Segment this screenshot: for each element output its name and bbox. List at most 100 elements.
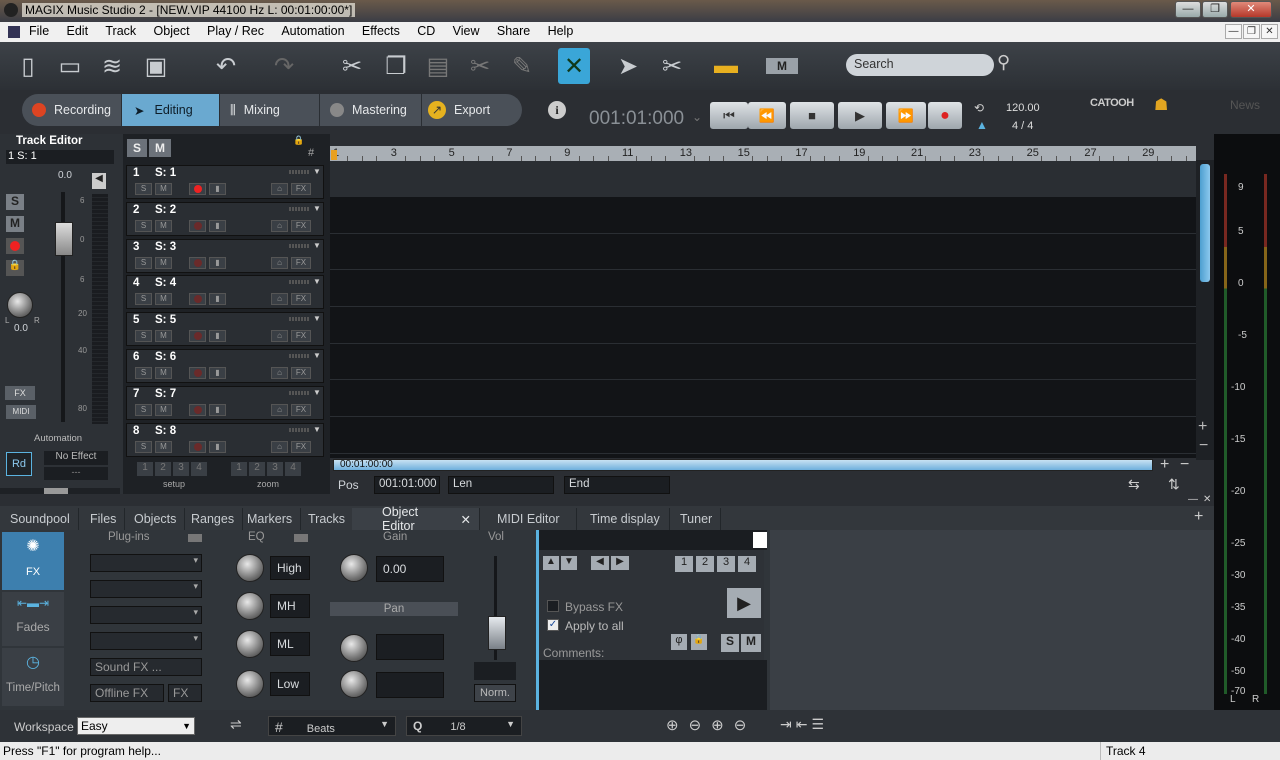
mdi-restore-button[interactable]: ❐ <box>1243 24 1260 39</box>
play-button[interactable]: ▶ <box>838 102 882 129</box>
pan-knob[interactable] <box>7 292 33 318</box>
track-monitor-icon[interactable]: ▮ <box>209 183 226 195</box>
comments-box[interactable] <box>539 660 767 710</box>
plugin-slot-3[interactable]: ▾ <box>90 606 202 624</box>
track-fx-button[interactable]: FX <box>291 367 311 379</box>
updown-arrows-icon[interactable]: ⇅ <box>1168 476 1180 493</box>
track-monitor-icon[interactable]: ▮ <box>209 293 226 306</box>
zoom-3[interactable]: 3 <box>267 462 283 476</box>
tab-object-editor[interactable]: Object Editor ✕ <box>352 505 480 533</box>
zoom-in-icon[interactable]: ⊕ <box>666 717 689 734</box>
menu-share[interactable]: Share <box>490 22 537 38</box>
zoom-in-horizontal-button[interactable]: + <box>1160 456 1169 474</box>
track-solo-button[interactable]: S <box>135 330 152 343</box>
track-selector[interactable]: 1 S: 1 <box>6 150 114 164</box>
pan-field-1[interactable] <box>376 634 444 660</box>
zoom-out-horizontal-button[interactable]: − <box>1180 456 1189 474</box>
menu-view[interactable]: View <box>446 22 487 38</box>
track-solo-button[interactable]: S <box>135 293 152 306</box>
tab-tuner[interactable]: Tuner <box>672 508 722 530</box>
track-monitor-icon[interactable]: ▮ <box>209 256 226 269</box>
paste-icon[interactable]: ▤ <box>422 48 454 84</box>
track-record-button[interactable] <box>189 183 206 195</box>
track-mute-button[interactable]: M <box>155 440 172 453</box>
zoom-reset-icon[interactable]: ⊖ <box>734 717 757 734</box>
zoom-out-vertical-button[interactable]: − <box>1199 437 1208 455</box>
track-lock-icon[interactable]: ⌂ <box>271 403 288 416</box>
grid-select[interactable]: # Beats ▼ <box>268 716 396 736</box>
move-right-button[interactable]: ▶ <box>611 556 629 570</box>
undo-icon[interactable]: ↶ <box>210 48 242 84</box>
track-name[interactable]: S: 6 <box>155 351 176 363</box>
track-solo-button[interactable]: S <box>135 367 152 379</box>
read-button[interactable]: Rd <box>6 452 32 476</box>
setup-2[interactable]: 2 <box>155 462 171 476</box>
arrange-area[interactable] <box>330 146 1196 458</box>
volume-fader-handle[interactable] <box>55 222 73 256</box>
import-audio-icon[interactable]: ≋ <box>96 48 128 84</box>
tab-files[interactable]: Files <box>82 508 126 530</box>
track-record-button[interactable] <box>189 293 206 306</box>
track-lane[interactable] <box>330 308 1196 344</box>
track-fx-button[interactable]: FX <box>291 183 311 195</box>
pencil-icon[interactable]: ✎ <box>506 48 538 84</box>
tab-time-display[interactable]: Time display <box>582 508 670 530</box>
delete-icon[interactable]: ✂ <box>464 48 496 84</box>
menu-effects[interactable]: Effects <box>355 22 407 38</box>
track-record-button[interactable] <box>189 330 206 343</box>
list-icon[interactable]: ☰ <box>811 716 828 732</box>
cut-mode-icon[interactable]: ✂ <box>656 48 688 84</box>
track-header[interactable]: 7 S: 7 ▼ S M ▮ ⌂ FX <box>126 385 324 420</box>
track-mute-button[interactable]: M <box>155 293 172 306</box>
sound-fx-button[interactable]: Sound FX ... <box>90 658 202 676</box>
minimize-button[interactable]: — <box>1175 1 1201 18</box>
track-lock-icon[interactable]: ⌂ <box>271 293 288 306</box>
open-folder-icon[interactable]: ▭ <box>54 48 86 84</box>
menu-file[interactable]: File <box>22 22 56 38</box>
stop-button[interactable]: ■ <box>790 102 834 129</box>
track-monitor-icon[interactable]: ▮ <box>209 403 226 416</box>
effect-dropdown-2[interactable]: --- <box>44 467 108 480</box>
track-monitor-icon[interactable]: ▮ <box>209 440 226 453</box>
track-solo-button[interactable]: S <box>135 403 152 416</box>
track-solo-button[interactable]: S <box>135 256 152 269</box>
solo-all-button[interactable]: S <box>127 139 147 157</box>
track-menu-icon[interactable]: ▼ <box>313 388 321 397</box>
tab-midi-editor[interactable]: MIDI Editor <box>489 508 577 530</box>
track-solo-button[interactable]: S <box>135 440 152 453</box>
fx-mute-button[interactable]: M <box>741 634 761 652</box>
end-field[interactable]: End <box>564 476 670 494</box>
menu-track[interactable]: Track <box>98 22 143 38</box>
track-record-button[interactable] <box>189 256 206 269</box>
tab-objects[interactable]: Objects <box>126 508 186 530</box>
lock-toggle-icon[interactable]: 🔒 <box>293 135 304 146</box>
vertical-scrollbar[interactable] <box>1196 160 1214 460</box>
fx-lock-button[interactable]: 🔒 <box>691 634 707 650</box>
tab-ranges[interactable]: Ranges <box>183 508 244 530</box>
menu-play-rec[interactable]: Play / Rec <box>200 22 271 38</box>
new-file-icon[interactable]: ▯ <box>12 48 44 84</box>
fast-forward-button[interactable]: ⏩ <box>886 102 926 129</box>
gain-value[interactable]: 0.00 <box>376 556 444 582</box>
mode-mixing[interactable]: ⫼ Mixing <box>220 94 320 126</box>
preset-1[interactable]: 1 <box>675 556 693 572</box>
track-lock-icon[interactable]: ⌂ <box>271 440 288 453</box>
pan-knob-2[interactable] <box>340 670 368 698</box>
track-monitor-icon[interactable]: ▮ <box>209 367 226 379</box>
eq-low-knob[interactable] <box>236 670 264 698</box>
mdi-minimize-button[interactable]: — <box>1225 24 1242 39</box>
track-fx-button[interactable]: FX <box>291 256 311 269</box>
eq-toggle[interactable] <box>294 534 308 542</box>
user-icon[interactable]: ☗ <box>1154 95 1168 115</box>
signature-display[interactable]: 4 / 4 <box>1012 120 1033 132</box>
track-menu-icon[interactable]: ▼ <box>313 425 321 434</box>
track-lock-icon[interactable]: ⌂ <box>271 330 288 343</box>
menu-automation[interactable]: Automation <box>274 22 351 38</box>
zoom-out-icon[interactable]: ⊖ <box>689 717 712 734</box>
track-mute-button[interactable]: M <box>155 367 172 379</box>
pos-value[interactable]: 001:01:000 <box>374 476 440 494</box>
track-menu-icon[interactable]: ▼ <box>313 204 321 213</box>
zoom-1[interactable]: 1 <box>231 462 247 476</box>
track-header[interactable]: 4 S: 4 ▼ S M ▮ ⌂ FX <box>126 275 324 310</box>
fx-button[interactable]: FX <box>5 386 35 400</box>
